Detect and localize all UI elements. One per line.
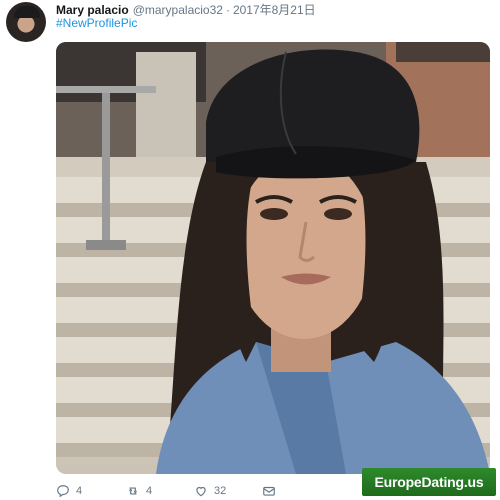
- retweet-icon: [129, 487, 137, 495]
- tweet-header: Mary palacio @marypalacio32 · 2017年8月21日: [56, 1, 316, 17]
- retweet-count: 4: [146, 485, 153, 497]
- selfie-image: [56, 42, 490, 474]
- hashtag-link[interactable]: #NewProfilePic: [56, 16, 137, 30]
- tweet-photo[interactable]: [56, 42, 490, 474]
- display-name[interactable]: Mary palacio: [56, 3, 129, 17]
- tweet-date[interactable]: 2017年8月21日: [233, 1, 316, 18]
- like-button[interactable]: 32: [194, 484, 226, 498]
- tweet-actions: 4 4 32: [56, 484, 316, 500]
- reply-count: 4: [76, 485, 83, 497]
- avatar-cap: [14, 6, 40, 18]
- reply-button[interactable]: 4: [56, 484, 82, 498]
- like-count: 32: [214, 485, 227, 497]
- envelope-icon: [263, 486, 275, 496]
- tweet: Mary palacio @marypalacio32 · 2017年8月21日…: [0, 0, 500, 500]
- reply-icon: [57, 485, 69, 498]
- watermark: EuropeDating.us: [362, 468, 496, 496]
- heart-icon: [196, 486, 206, 497]
- separator: ·: [225, 3, 230, 17]
- avatar[interactable]: [6, 2, 46, 42]
- retweet-button[interactable]: 4: [126, 484, 152, 498]
- user-handle[interactable]: @marypalacio32: [133, 3, 223, 17]
- message-button[interactable]: [262, 484, 276, 498]
